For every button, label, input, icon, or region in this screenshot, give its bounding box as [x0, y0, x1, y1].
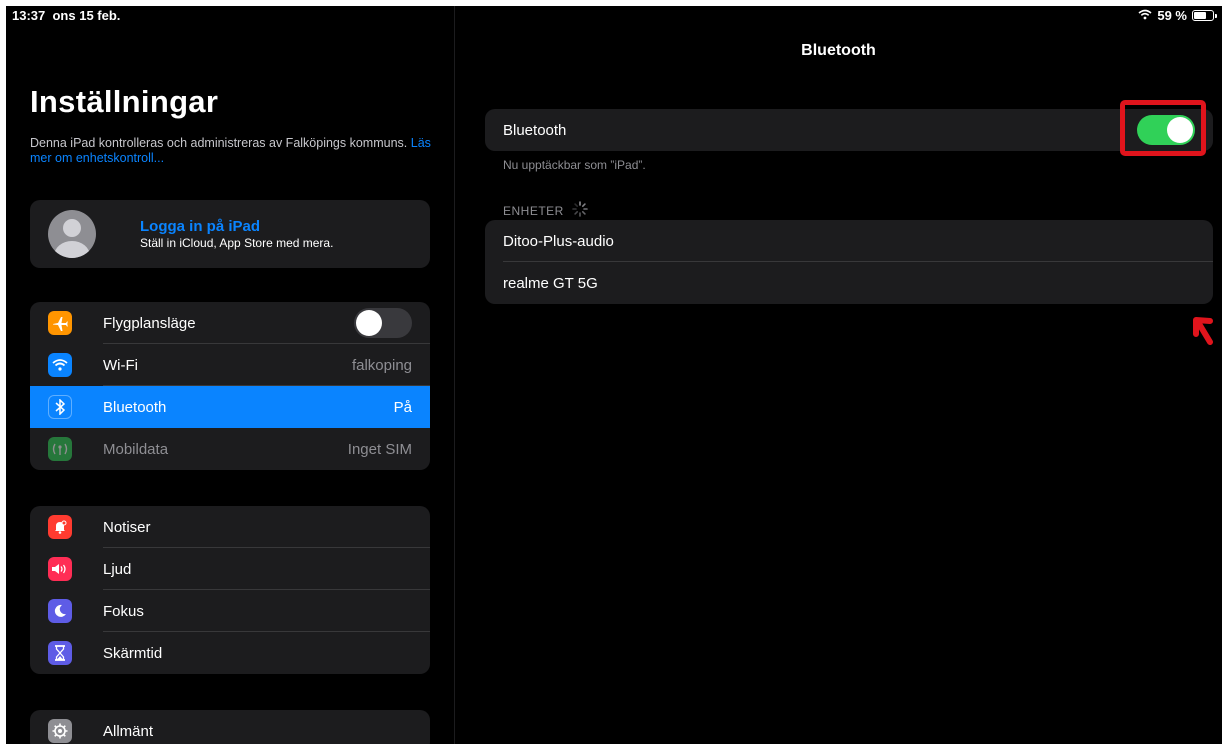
sidebar-item-label: Allmänt: [103, 722, 154, 740]
bluetooth-detail-pane: 59 % Bluetooth Bluetooth Nu upptäckbar s…: [455, 6, 1222, 744]
sidebar-item-label: Skärmtid: [103, 644, 163, 662]
device-name: realme GT 5G: [503, 275, 598, 292]
annotation-highlight-box: [1120, 100, 1206, 156]
sidebar-item-label: Notiser: [103, 518, 151, 536]
bell-icon: [48, 515, 72, 539]
sign-in-title: Logga in på iPad: [140, 218, 261, 235]
sidebar-item-label: Flygplansläge: [103, 314, 196, 332]
status-indicators: 59 %: [1138, 8, 1217, 23]
device-row[interactable]: Ditoo-Plus-audio: [485, 220, 1213, 262]
general-group: Allmänt: [30, 710, 430, 744]
bluetooth-toggle-label: Bluetooth: [503, 122, 567, 139]
device-management-notice: Denna iPad kontrolleras och administrera…: [30, 136, 440, 166]
mobile-data-value: Inget SIM: [347, 440, 412, 458]
sidebar-item-label: Fokus: [103, 602, 144, 620]
loading-spinner-icon: [572, 201, 588, 220]
gear-icon: [48, 719, 72, 743]
wifi-icon: [48, 353, 72, 377]
airplane-mode-toggle[interactable]: [354, 308, 412, 338]
devices-header-label: ENHETER: [503, 203, 564, 218]
sidebar-item-wifi[interactable]: Wi-Fi falkoping: [30, 344, 430, 386]
sidebar-item-airplane-mode[interactable]: Flygplansläge: [30, 302, 430, 344]
sidebar-item-label: Bluetooth: [103, 398, 167, 416]
discoverable-note: Nu upptäckbar som ”iPad”.: [503, 158, 646, 172]
sidebar-item-bluetooth[interactable]: Bluetooth På: [30, 386, 430, 428]
wifi-network-value: falkoping: [351, 356, 412, 374]
settings-sidebar: 13:37 ons 15 feb. Inställningar Denna iP…: [6, 6, 455, 744]
sidebar-item-label: Mobildata: [103, 440, 169, 458]
sidebar-item-label: Ljud: [103, 560, 132, 578]
battery-percent: 59 %: [1157, 8, 1187, 23]
sign-in-row[interactable]: Logga in på iPad Ställ in iCloud, App St…: [30, 200, 430, 268]
sidebar-item-sounds[interactable]: Ljud: [30, 548, 430, 590]
airplane-icon: [48, 311, 72, 335]
sidebar-item-screen-time[interactable]: Skärmtid: [30, 632, 430, 674]
battery-icon: [1192, 10, 1217, 21]
hourglass-icon: [48, 641, 72, 665]
sidebar-item-general[interactable]: Allmänt: [30, 710, 430, 744]
sign-in-subtitle: Ställ in iCloud, App Store med mera.: [140, 236, 334, 250]
page-title: Inställningar: [30, 84, 219, 119]
bluetooth-toggle-group: Bluetooth: [485, 109, 1213, 151]
bluetooth-toggle-row: Bluetooth: [485, 109, 1213, 151]
devices-list: Ditoo-Plus-audio realme GT 5G: [485, 220, 1213, 304]
sidebar-item-focus[interactable]: Fokus: [30, 590, 430, 632]
management-text: Denna iPad kontrolleras och administrera…: [30, 136, 408, 150]
detail-title: Bluetooth: [801, 42, 876, 59]
bluetooth-status-value: På: [393, 398, 412, 416]
speaker-icon: [48, 557, 72, 581]
notifications-group: Notiser Ljud Fokus Skärmtid: [30, 506, 430, 674]
antenna-icon: [48, 437, 72, 461]
ipad-screen: 13:37 ons 15 feb. Inställningar Denna iP…: [6, 6, 1222, 744]
annotation-arrow-icon: [1190, 312, 1220, 351]
sidebar-item-notifications[interactable]: Notiser: [30, 506, 430, 548]
avatar: [48, 210, 96, 258]
sidebar-item-mobile-data[interactable]: Mobildata Inget SIM: [30, 428, 430, 470]
status-time-date: 13:37 ons 15 feb.: [12, 8, 120, 23]
bluetooth-icon: [48, 395, 72, 419]
devices-section-header: ENHETER: [503, 201, 588, 220]
moon-icon: [48, 599, 72, 623]
status-time: 13:37: [12, 8, 46, 23]
connectivity-group: Flygplansläge Wi-Fi falkoping Bluetooth: [30, 302, 430, 470]
device-name: Ditoo-Plus-audio: [503, 233, 614, 250]
sidebar-item-label: Wi-Fi: [103, 356, 138, 374]
device-row[interactable]: realme GT 5G: [485, 262, 1213, 304]
status-date: ons 15 feb.: [52, 8, 121, 23]
wifi-status-icon: [1138, 8, 1152, 23]
